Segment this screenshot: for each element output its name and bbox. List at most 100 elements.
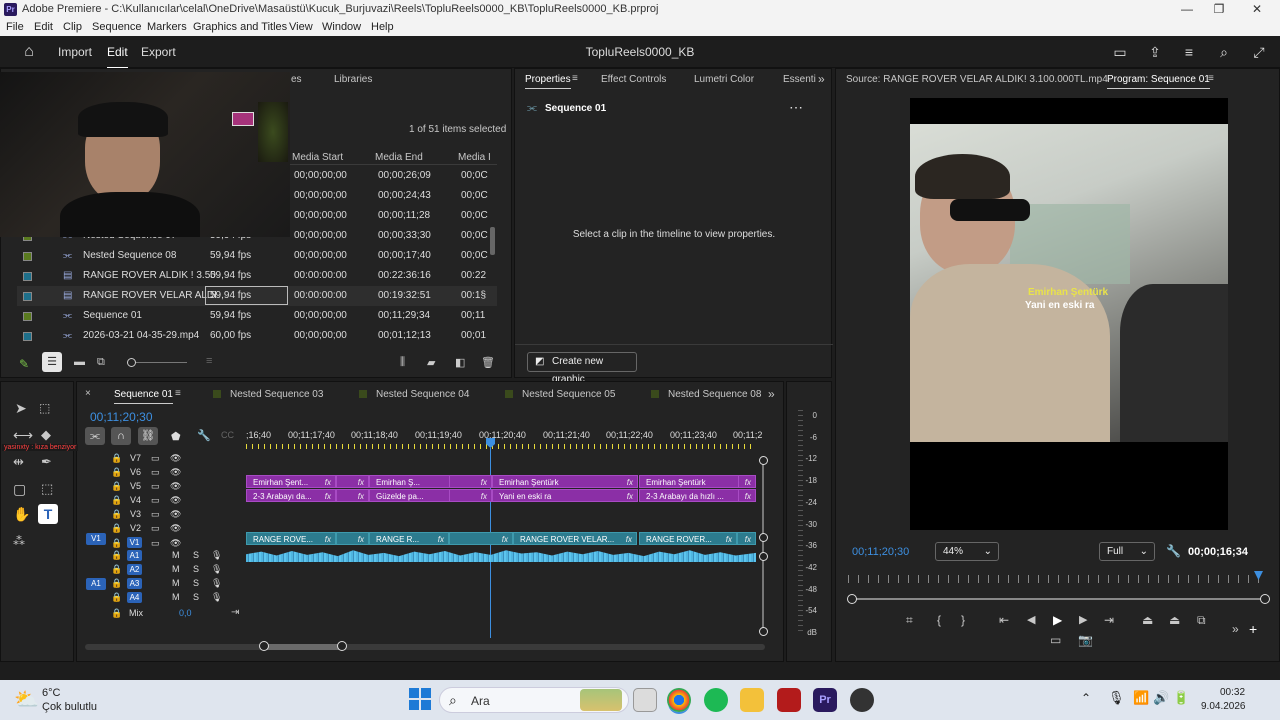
fullscreen-icon[interactable]: ⤢ — [1250, 43, 1268, 61]
track-lock-icon[interactable]: 🔒 — [111, 453, 122, 464]
weather-icon[interactable]: ⛅ — [14, 687, 39, 712]
panel-layout-icon[interactable]: ▭ — [1111, 43, 1129, 61]
razor-tool-icon[interactable]: ◆ — [41, 427, 51, 443]
create-graphic-button[interactable]: ◩ Create new graphic — [527, 352, 637, 385]
label-color-swatch[interactable] — [23, 332, 32, 341]
windows-start-icon[interactable] — [409, 688, 431, 710]
track-solo-button[interactable]: S — [193, 592, 199, 602]
go-to-in-icon[interactable]: ⇤ — [999, 613, 1009, 627]
timeline-clip[interactable]: Emirhan Şentürk fx — [492, 475, 638, 488]
step-back-icon[interactable]: ◀ — [1027, 613, 1035, 626]
track-label-a1[interactable]: A1 — [127, 550, 142, 561]
track-lock-icon[interactable]: 🔒 — [111, 495, 122, 506]
track-label-v4[interactable]: V4 — [130, 495, 141, 505]
timeline-clip[interactable]: fx — [738, 489, 756, 502]
weather-temp[interactable]: 6°C — [42, 687, 60, 699]
share-icon[interactable]: ⇪ — [1146, 43, 1164, 61]
track-label-v2[interactable]: V2 — [130, 523, 141, 533]
track-lock-icon[interactable]: 🔒 — [111, 564, 122, 575]
project-row[interactable]: ▤ RANGE ROVER VELAR ALDI 59,94 fps 00:00:00… — [17, 286, 497, 306]
menu-view[interactable]: View — [289, 21, 313, 33]
project-row[interactable]: ⫘ Sequence 01 59,94 fps 00;00;00;00 00;11;29… — [17, 306, 497, 326]
list-view-icon[interactable]: ☰ — [42, 352, 62, 372]
tab-nested-sequence-05[interactable]: Nested Sequence 05 — [522, 389, 615, 400]
track-lock-icon[interactable]: 🔒 — [111, 523, 122, 534]
rectangle-tool-icon[interactable]: ▢ — [13, 481, 26, 498]
project-row[interactable]: ▤ RANGE ROVER ALDIK ! 3.50 59,94 fps 00:00:… — [17, 266, 497, 286]
sort-icon[interactable]: ≡ — [206, 355, 212, 367]
track-solo-button[interactable]: S — [193, 550, 199, 560]
source-patch-v1[interactable]: V1 — [86, 533, 106, 545]
track-mute-button[interactable]: M — [172, 550, 180, 560]
fps-edit-box[interactable] — [205, 286, 288, 305]
battery-icon[interactable]: 🔋 — [1173, 690, 1189, 706]
track-sync-icon[interactable]: ▭ — [151, 481, 160, 492]
label-color-swatch[interactable] — [23, 292, 32, 301]
timeline-clip[interactable]: RANGE ROVER... fx — [639, 532, 737, 545]
track-mute-button[interactable]: M — [172, 592, 180, 602]
timeline-clip[interactable]: fx — [449, 475, 492, 488]
hscroll-right-handle[interactable] — [337, 641, 347, 651]
add-marker-timeline-icon[interactable]: ⬟ — [171, 430, 181, 443]
menu-file[interactable]: File — [6, 21, 24, 33]
tab-nested-sequence-04[interactable]: Nested Sequence 04 — [376, 389, 469, 400]
menu-edit[interactable]: Edit — [34, 21, 53, 33]
track-lock-icon[interactable]: 🔒 — [111, 481, 122, 492]
tab-nested-sequence-08[interactable]: Nested Sequence 08 — [668, 389, 761, 400]
project-row[interactable]: ⫘ Nested Sequence 08 59,94 fps 00;00;00;00 0… — [17, 246, 497, 266]
tab-libraries[interactable]: Libraries — [334, 74, 372, 85]
freeform-view-icon[interactable]: ⧉ — [97, 356, 105, 369]
track-sync-icon[interactable]: ▭ — [151, 467, 160, 478]
tab-project[interactable]: es — [291, 74, 302, 85]
tab-source-monitor[interactable]: Source: RANGE ROVER VELAR ALDIK! 3.100.0… — [846, 74, 1108, 85]
track-sync-icon[interactable]: ▭ — [151, 495, 160, 506]
hscroll-left-handle[interactable] — [259, 641, 269, 651]
track-eye-icon[interactable]: 👁 — [170, 509, 181, 520]
quality-dropdown[interactable]: Full ⌄ — [1099, 542, 1155, 561]
nav-import[interactable]: Import — [58, 45, 92, 59]
track-mute-button[interactable]: M — [172, 564, 180, 574]
close-tab-icon[interactable]: × — [85, 388, 91, 399]
col-media-start[interactable]: Media Start — [292, 152, 343, 163]
hscroll-thumb[interactable] — [263, 644, 343, 650]
weather-desc[interactable]: Çok bulutlu — [42, 701, 97, 713]
pencil-icon[interactable]: ✎ — [19, 357, 29, 371]
timeline-clip[interactable]: RANGE ROVER VELAR... fx — [513, 532, 637, 545]
button-editor-icon[interactable]: + — [1249, 621, 1257, 637]
track-eye-icon[interactable]: 👁 — [170, 538, 181, 549]
track-label-a3[interactable]: A3 — [127, 578, 142, 589]
trash-icon[interactable]: 🗑 — [481, 356, 495, 369]
file-explorer-icon[interactable] — [740, 688, 764, 712]
timeline-menu-icon[interactable]: ≡ — [175, 388, 181, 399]
icon-view-icon[interactable]: ▬ — [74, 356, 85, 368]
comparison-view-icon[interactable]: ▭ — [1050, 633, 1061, 647]
lift-icon[interactable]: ⏏ — [1142, 613, 1153, 627]
track-eye-icon[interactable]: 👁 — [170, 467, 181, 478]
tab-essential[interactable]: Essenti — [783, 74, 816, 85]
track-label-v6[interactable]: V6 — [130, 467, 141, 477]
track-eye-icon[interactable]: 👁 — [170, 481, 181, 492]
track-lock-icon[interactable]: 🔒 — [111, 538, 122, 549]
tab-nested-sequence-03[interactable]: Nested Sequence 03 — [230, 389, 323, 400]
track-label-v1[interactable]: V1 — [127, 537, 142, 548]
timeline-clip[interactable]: fx — [336, 489, 369, 502]
track-sync-icon[interactable]: ▭ — [151, 523, 160, 534]
menu-help[interactable]: Help — [371, 21, 394, 33]
tray-chevron-icon[interactable]: ⌃ — [1081, 691, 1091, 705]
home-icon[interactable]: ⌂ — [20, 43, 38, 61]
track-lock-icon[interactable]: 🔒 — [111, 509, 122, 520]
timeline-settings-icon[interactable]: 🔧 — [197, 429, 211, 442]
zoom-slider[interactable] — [127, 362, 187, 363]
menu-window[interactable]: Window — [322, 21, 361, 33]
track-label-v7[interactable]: V7 — [130, 453, 141, 463]
automate-icon[interactable]: ⫼ — [400, 356, 405, 369]
timeline-clip[interactable]: fx — [738, 475, 756, 488]
obs-icon[interactable] — [850, 688, 874, 712]
more-tabs-icon[interactable]: » — [818, 72, 825, 86]
timeline-vertical-scrollbar[interactable] — [762, 458, 764, 633]
mix-lock-icon[interactable]: 🔒 — [111, 608, 122, 619]
timeline-clip[interactable]: fx — [449, 489, 492, 502]
tab-program-monitor[interactable]: Program: Sequence 01 — [1107, 74, 1210, 89]
program-menu-icon[interactable]: ≡ — [1208, 73, 1214, 84]
tab-sequence-01[interactable]: Sequence 01 — [114, 389, 173, 404]
